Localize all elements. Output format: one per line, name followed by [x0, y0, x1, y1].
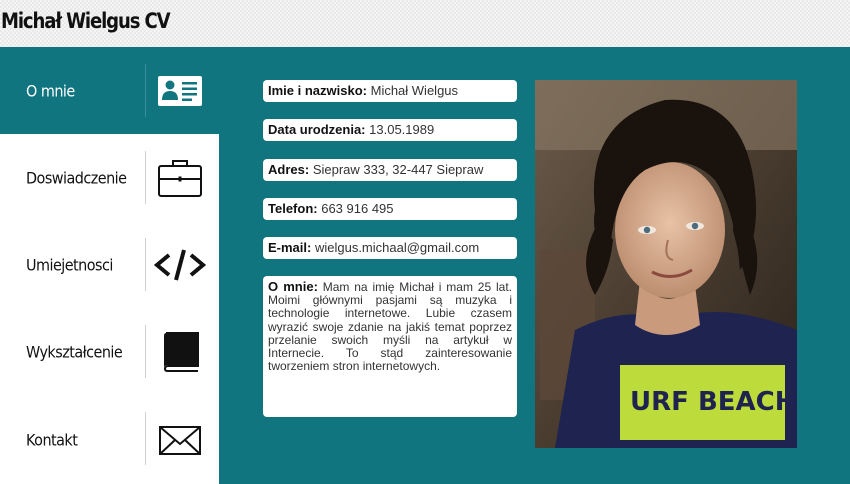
envelope-icon — [154, 418, 206, 462]
email-label: E-mail: — [268, 240, 312, 255]
id-card-icon — [154, 69, 206, 113]
nav-label: Umiejetnosci — [26, 255, 113, 274]
name-value: Michał Wielgus — [370, 83, 459, 98]
address-label: Adres: — [268, 162, 310, 177]
nav-item-kontakt[interactable]: Kontakt — [0, 395, 219, 484]
nav-item-wyksztalcenie[interactable]: Wykształcenie — [0, 308, 219, 395]
nav-divider — [145, 64, 146, 117]
address-field: Adres: Siepraw 333, 32-447 Siepraw — [263, 159, 517, 181]
birthdate-field: Data urodzenia: 13.05.1989 — [263, 119, 517, 141]
about-me-box: O mnie: Mam na imię Michał i mam 25 lat.… — [263, 276, 517, 417]
nav-divider — [145, 238, 146, 291]
about-me-label: O mnie: — [268, 279, 318, 294]
address-value: Siepraw 333, 32-447 Siepraw — [312, 162, 484, 177]
nav-divider — [145, 325, 146, 378]
nav-divider — [145, 412, 146, 465]
nav-divider — [145, 151, 146, 204]
phone-field: Telefon: 663 916 495 — [263, 198, 517, 220]
nav-item-umiejetnosci[interactable]: Umiejetnosci — [0, 221, 219, 308]
nav-label: Wykształcenie — [26, 342, 123, 361]
code-icon — [154, 243, 206, 287]
name-label: Imie i nazwisko: — [268, 83, 367, 98]
phone-label: Telefon: — [268, 201, 318, 216]
name-field: Imie i nazwisko: Michał Wielgus — [263, 80, 517, 102]
birthdate-value: 13.05.1989 — [369, 122, 435, 137]
sidebar-nav: O mnie Doswiadczenie Umiejetnosci Wykszt… — [0, 47, 219, 484]
nav-item-o-mnie[interactable]: O mnie — [0, 47, 219, 134]
header-bar: Michał Wielgus CV — [0, 0, 850, 47]
nav-label: Doswiadczenie — [26, 168, 127, 187]
nav-label: O mnie — [26, 81, 75, 100]
email-value[interactable]: wielgus.michaal@gmail.com — [315, 240, 479, 255]
nav-item-doswiadczenie[interactable]: Doswiadczenie — [0, 134, 219, 221]
briefcase-icon — [154, 156, 206, 200]
email-field: E-mail: wielgus.michaal@gmail.com — [263, 237, 517, 259]
nav-label: Kontakt — [26, 430, 78, 449]
book-icon — [154, 330, 206, 374]
page-title: Michał Wielgus CV — [1, 9, 171, 33]
about-me-text: Mam na imię Michał i mam 25 lat. Moimi g… — [268, 280, 512, 374]
birthdate-label: Data urodzenia: — [268, 122, 366, 137]
shirt-print: URF BEACH — [630, 387, 797, 417]
phone-value: 663 916 495 — [321, 201, 394, 216]
profile-photo: URF BEACH — [535, 80, 797, 448]
